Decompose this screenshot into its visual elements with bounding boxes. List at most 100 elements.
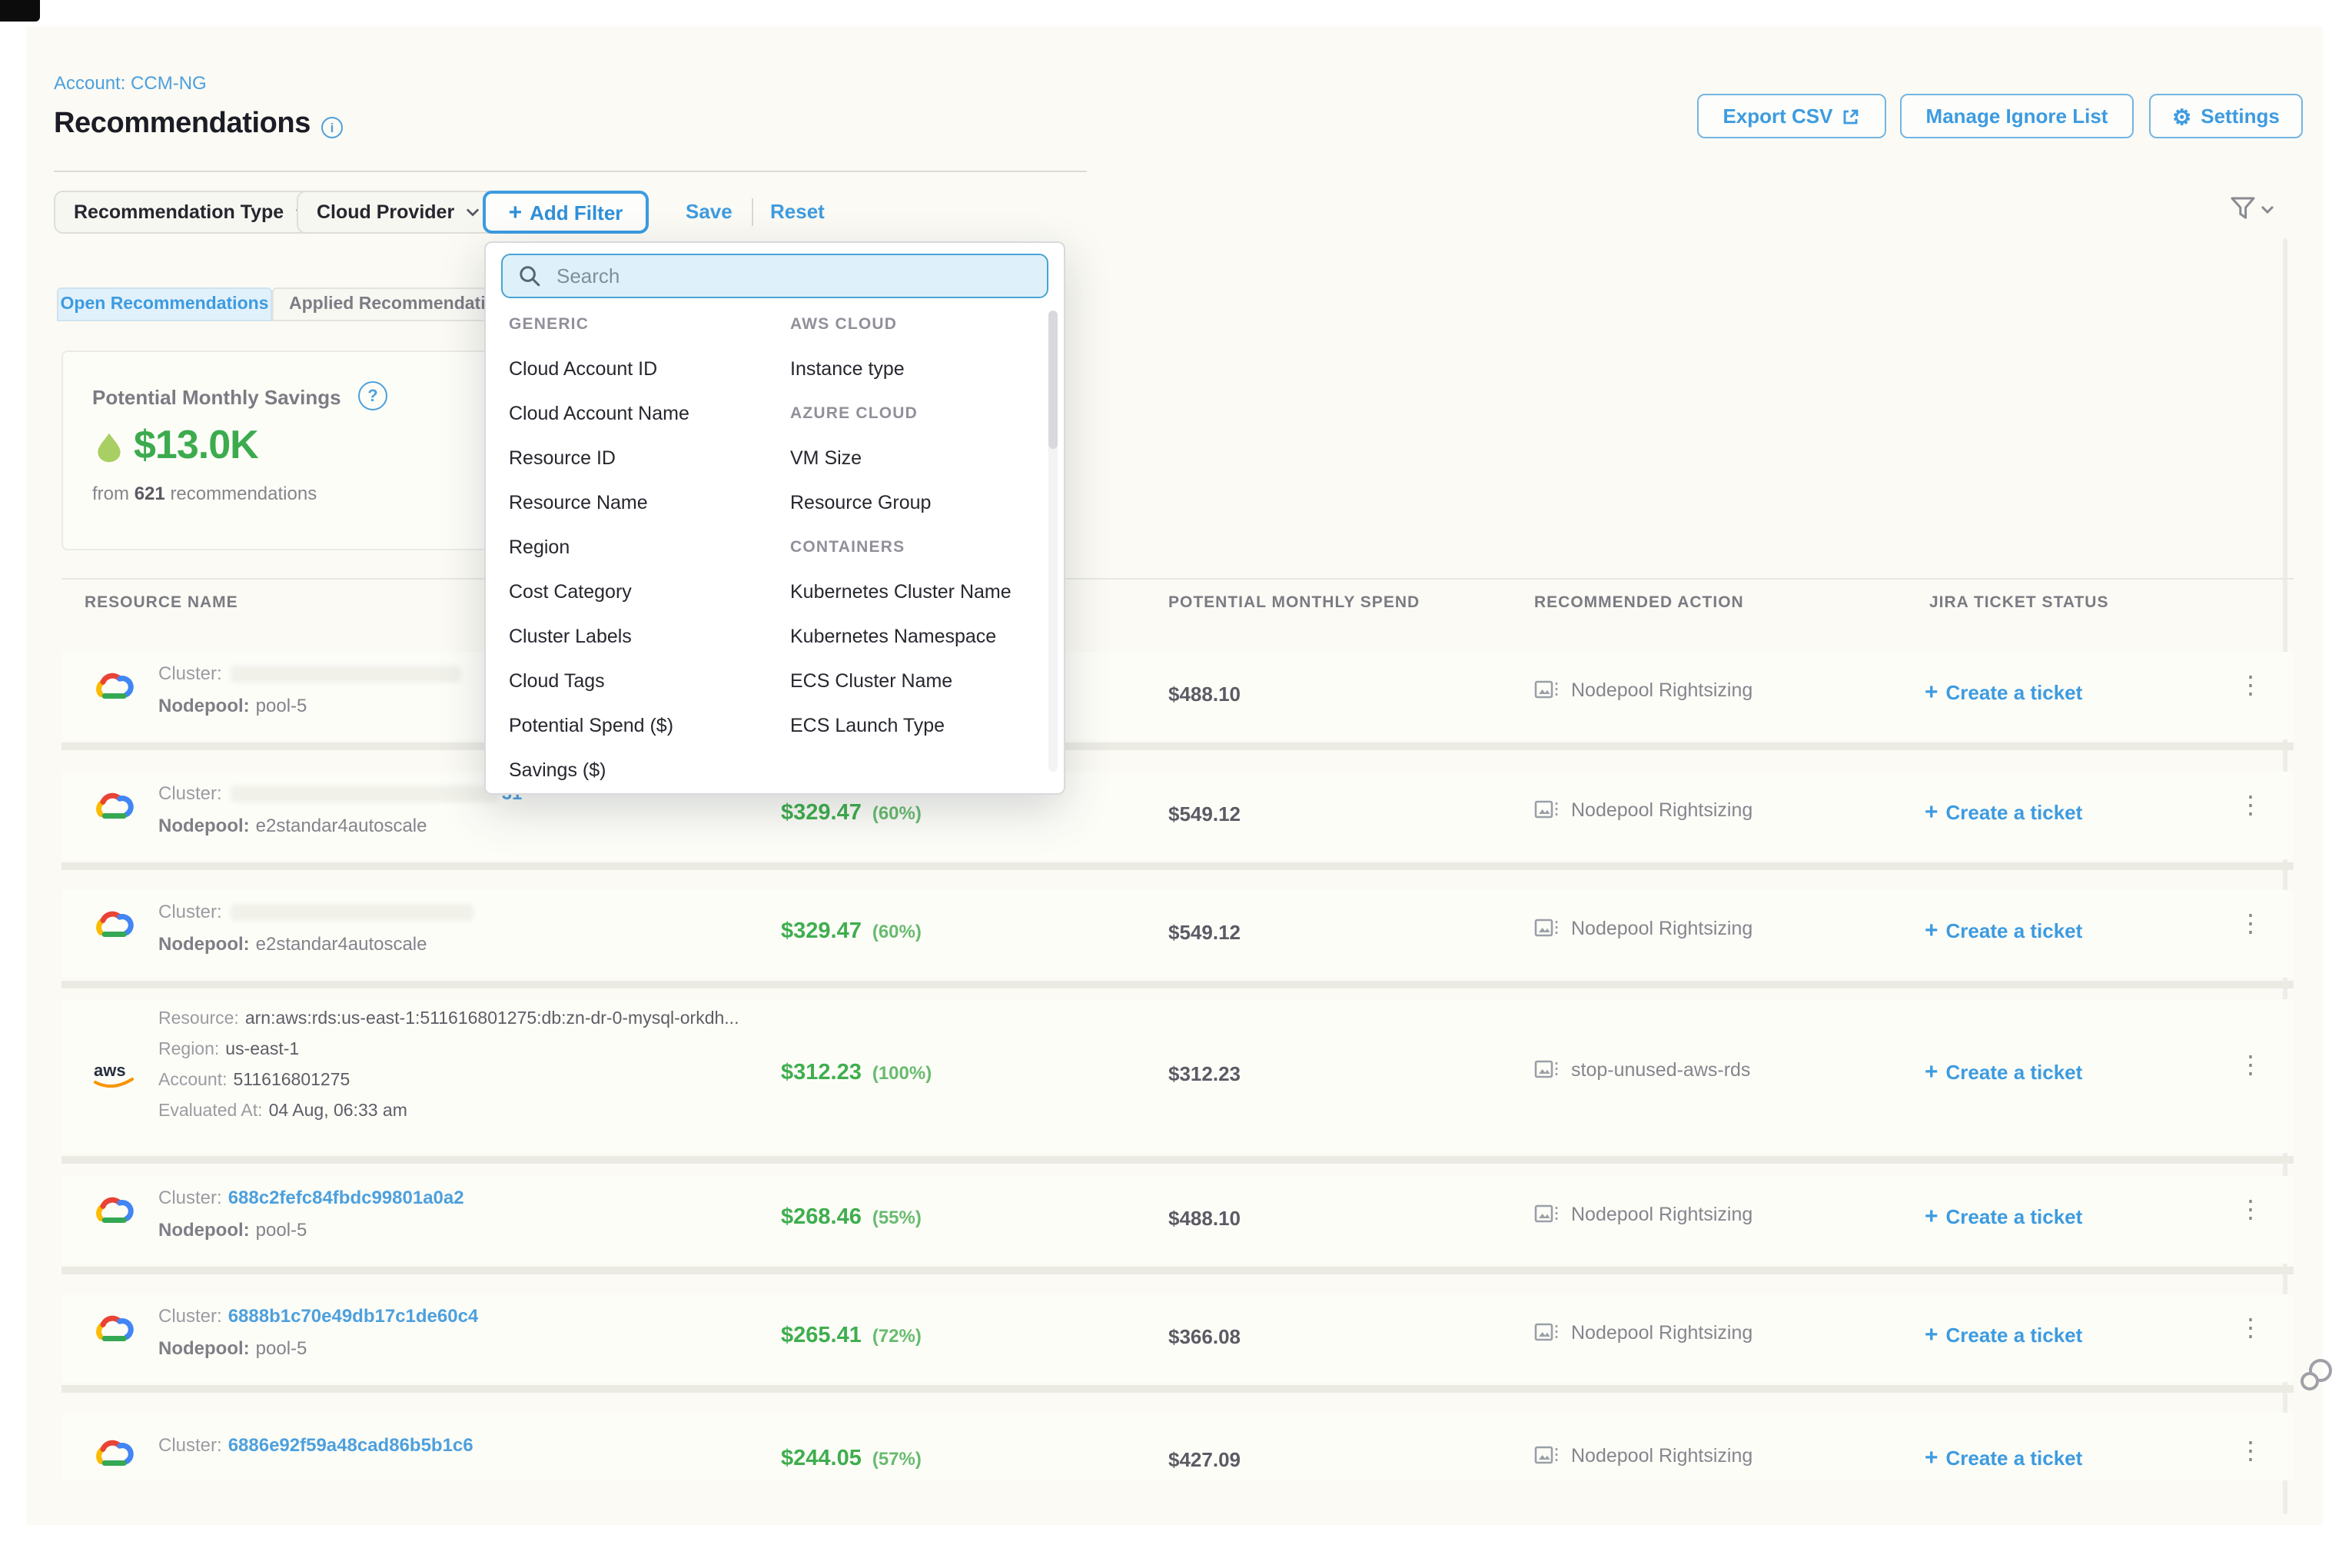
potential-spend-value: $549.12: [1168, 802, 1241, 826]
menu-item-kubernetes-namespace[interactable]: Kubernetes Namespace: [790, 615, 1044, 659]
savings-percent: (55%): [872, 1207, 922, 1228]
col-header-resource-name[interactable]: RESOURCE NAME: [85, 593, 238, 612]
potential-spend-value: $312.23: [1168, 1062, 1241, 1085]
tab-applied-recommendations[interactable]: Applied Recommendations: [272, 287, 506, 321]
monthly-savings-value: $244.05(57%): [781, 1447, 922, 1471]
table-row[interactable]: Cluster:688c2fefc84fbdc99801a0a2 Nodepoo…: [61, 1176, 2294, 1264]
row-separator: [61, 1385, 2294, 1393]
search-input[interactable]: [553, 263, 990, 289]
menu-item-cluster-labels[interactable]: Cluster Labels: [509, 615, 778, 659]
redacted-cluster-name: [231, 786, 499, 803]
recommended-action: Nodepool Rightsizing: [1534, 1204, 1752, 1225]
info-icon[interactable]: i: [321, 117, 343, 138]
create-ticket-label: Create a ticket: [1946, 801, 2083, 824]
filter-panel-icon[interactable]: [2229, 195, 2275, 231]
settings-button[interactable]: ⚙ Settings: [2149, 94, 2303, 138]
create-ticket-button[interactable]: + Create a ticket: [1925, 918, 2082, 944]
gcp-icon: [92, 1439, 135, 1479]
monthly-savings-value: $329.47(60%): [781, 919, 922, 944]
create-ticket-button[interactable]: + Create a ticket: [1925, 799, 2082, 826]
menu-item-ecs-launch-type[interactable]: ECS Launch Type: [790, 704, 1044, 749]
redacted-cluster-name: [231, 666, 462, 683]
create-ticket-button[interactable]: + Create a ticket: [1925, 1322, 2082, 1348]
cloud-provider-label: Cloud Provider: [317, 201, 454, 223]
account-label: Account:: [158, 1071, 228, 1090]
menu-item-kubernetes-cluster-name[interactable]: Kubernetes Cluster Name: [790, 570, 1044, 615]
cluster-label: Cluster:: [158, 1434, 222, 1456]
add-filter-button[interactable]: + Add Filter: [483, 191, 649, 234]
cluster-id-link[interactable]: 688c2fefc84fbdc99801a0a2: [228, 1187, 464, 1208]
nodepool-value: e2standar4autoscale: [256, 933, 427, 955]
export-csv-label: Export CSV: [1722, 105, 1832, 128]
row-menu-kebab[interactable]: ⋮: [2238, 1319, 2263, 1340]
save-filter-button[interactable]: Save: [686, 200, 733, 223]
dropdown-scrollbar-thumb[interactable]: [1048, 311, 1058, 449]
account-value: 511616801275: [234, 1071, 350, 1090]
table-row[interactable]: aws Resource:arn:aws:rds:us-east-1:51161…: [61, 999, 2294, 1153]
export-csv-button[interactable]: Export CSV: [1697, 94, 1886, 138]
manage-ignore-list-button[interactable]: Manage Ignore List: [1900, 94, 2134, 138]
menu-item-ecs-cluster-name[interactable]: ECS Cluster Name: [790, 659, 1044, 704]
row-separator: [61, 862, 2294, 870]
cloud-provider-filter[interactable]: Cloud Provider: [297, 191, 499, 234]
help-icon[interactable]: ?: [358, 381, 387, 410]
recommended-action-label: Nodepool Rightsizing: [1571, 1445, 1752, 1467]
menu-item-resource-id[interactable]: Resource ID: [509, 437, 778, 481]
create-ticket-button[interactable]: + Create a ticket: [1925, 679, 2082, 706]
recommended-action: Nodepool Rightsizing: [1534, 679, 1752, 701]
row-menu-kebab[interactable]: ⋮: [2238, 796, 2263, 818]
create-ticket-button[interactable]: + Create a ticket: [1925, 1059, 2082, 1085]
row-menu-kebab[interactable]: ⋮: [2238, 1442, 2263, 1463]
evaluated-at-value: 04 Aug, 06:33 am: [269, 1102, 407, 1121]
screen-corner-artifact: [0, 0, 40, 22]
plus-icon: +: [1925, 1059, 1938, 1085]
help-chat-icon[interactable]: [2297, 1356, 2337, 1404]
cluster-id-link[interactable]: 6886e92f59a48cad86b5b1c6: [228, 1434, 473, 1456]
create-ticket-label: Create a ticket: [1946, 1061, 2083, 1084]
savings-percent: (57%): [872, 1448, 922, 1470]
menu-item-resource-group[interactable]: Resource Group: [790, 481, 1044, 526]
row-menu-kebab[interactable]: ⋮: [2238, 676, 2263, 698]
menu-item-region[interactable]: Region: [509, 526, 778, 570]
recommended-action-label: Nodepool Rightsizing: [1571, 1204, 1752, 1225]
account-breadcrumb[interactable]: Account: CCM-NG: [54, 72, 207, 94]
menu-item-resource-name[interactable]: Resource Name: [509, 481, 778, 526]
menu-item-cloud-account-name[interactable]: Cloud Account Name: [509, 392, 778, 437]
col-header-jira-ticket-status[interactable]: JIRA TICKET STATUS: [1929, 593, 2108, 612]
menu-item-instance-type[interactable]: Instance type: [790, 347, 1044, 392]
menu-item-vm-size[interactable]: VM Size: [790, 437, 1044, 481]
table-row[interactable]: Cluster:6888b1c70e49db17c1de60c4 Nodepoo…: [61, 1294, 2294, 1382]
menu-item-cost-category[interactable]: Cost Category: [509, 570, 778, 615]
table-row[interactable]: Cluster: Nodepool:e2standar4autoscale $3…: [61, 890, 2294, 978]
menu-item-savings[interactable]: Savings ($): [509, 749, 778, 793]
reset-filter-button[interactable]: Reset: [770, 200, 825, 223]
row-menu-kebab[interactable]: ⋮: [2238, 1056, 2263, 1078]
menu-item-cloud-tags[interactable]: Cloud Tags: [509, 659, 778, 704]
nodepool-value: pool-5: [256, 1219, 307, 1241]
cluster-id-link[interactable]: 6888b1c70e49db17c1de60c4: [228, 1305, 479, 1327]
col-header-potential-monthly-spend[interactable]: POTENTIAL MONTHLY SPEND: [1168, 593, 1420, 612]
row-menu-kebab[interactable]: ⋮: [2238, 1201, 2263, 1222]
table-row[interactable]: Cluster:31 Nodepool:e2standar4autoscale …: [61, 772, 2294, 859]
plus-icon: +: [1925, 918, 1938, 944]
dropdown-search[interactable]: [501, 254, 1048, 298]
menu-item-potential-spend[interactable]: Potential Spend ($): [509, 704, 778, 749]
table-row[interactable]: Cluster: Nodepool:pool-5 $488.10 Nodepoo…: [61, 652, 2294, 739]
add-filter-label: Add Filter: [530, 201, 623, 224]
gcp-icon: [92, 672, 135, 712]
svg-text:aws: aws: [94, 1061, 126, 1080]
dropdown-scrollbar[interactable]: [1048, 311, 1058, 772]
table-row[interactable]: Cluster: 6886e92f59a48cad86b5b1c6 $244.05…: [61, 1413, 2294, 1480]
monthly-savings-value: $268.46(55%): [781, 1205, 922, 1230]
create-ticket-button[interactable]: + Create a ticket: [1925, 1204, 2082, 1230]
savings-money-icon: [92, 430, 126, 472]
recommendation-type-filter[interactable]: Recommendation Type: [54, 191, 328, 234]
tab-open-recommendations[interactable]: Open Recommendations: [57, 287, 272, 321]
col-header-recommended-action[interactable]: RECOMMENDED ACTION: [1534, 593, 1744, 612]
menu-item-cloud-account-id[interactable]: Cloud Account ID: [509, 347, 778, 392]
nodepool-label: Nodepool:: [158, 1219, 250, 1241]
savings-amount: $13.0K: [134, 421, 258, 469]
row-menu-kebab[interactable]: ⋮: [2238, 915, 2263, 936]
chevron-down-icon: [465, 208, 479, 217]
create-ticket-button[interactable]: + Create a ticket: [1925, 1445, 2082, 1471]
